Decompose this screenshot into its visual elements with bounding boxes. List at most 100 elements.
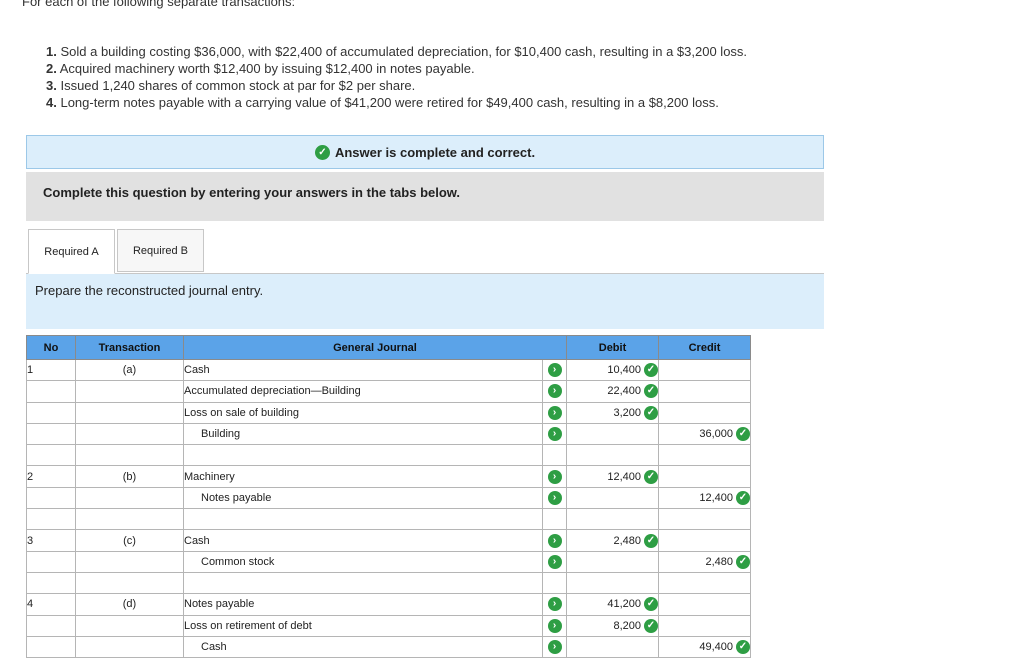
debit-cell[interactable] [566,635,659,659]
status-cell: › [542,486,567,510]
check-circle-icon: ✓ [644,405,658,420]
transaction-cell-text: (a) [122,364,137,377]
credit-cell[interactable]: 2,480 ✓ [658,550,751,573]
tab-required-b[interactable]: Required B [117,229,204,272]
check-circle-icon: ✓ [314,144,330,160]
debit-cell[interactable]: 41,200 ✓ [566,593,659,616]
account-cell[interactable] [183,508,543,531]
chevron-check-icon: › [547,469,562,484]
debit-cell[interactable] [566,508,659,531]
intro-line: For each of the following separate trans… [22,0,296,9]
table-row: Loss on retirement of debt › 8,200 ✓ [26,614,751,637]
transaction-cell-text: (b) [122,470,137,483]
row-number-cell [26,635,76,659]
status-cell [542,508,567,531]
table-row: Loss on sale of building › 3,200 ✓ [26,401,751,424]
row-number-cell [26,486,76,510]
account-cell-text: Cash [201,641,227,653]
transaction-cell: (a) [75,358,184,382]
credit-cell[interactable] [658,571,751,595]
credit-cell[interactable] [658,465,751,488]
transaction-cell [75,380,184,403]
account-cell[interactable]: Building [183,422,543,446]
debit-cell[interactable] [566,550,659,573]
table-row: Accumulated depreciation—Building › 22,400… [26,380,751,403]
account-cell[interactable]: Machinery [183,465,543,488]
row-number-cell [26,401,76,424]
header-transaction: Transaction [75,335,184,360]
tab-required-a[interactable]: Required A [28,229,115,274]
debit-cell[interactable]: 12,400 ✓ [566,465,659,488]
transaction-cell-text: (d) [122,598,137,611]
credit-cell[interactable] [658,401,751,424]
debit-cell[interactable] [566,444,659,467]
account-cell-text: Common stock [201,555,275,568]
account-cell[interactable] [183,571,543,595]
table-row: 2 (b) Machinery › 12,400 ✓ [26,465,751,488]
row-number-cell [26,380,76,403]
credit-cell[interactable]: 49,400 ✓ [658,635,751,659]
debit-cell-text: 22,400 [607,385,641,398]
account-cell-text: Accumulated depreciation—Building [184,385,361,398]
tab-instruction: Prepare the reconstructed journal entry. [26,274,824,329]
row-number-cell: 1 [26,358,76,382]
credit-cell[interactable] [658,444,751,467]
account-cell[interactable]: Accumulated depreciation—Building [183,380,543,403]
check-circle-icon: ✓ [736,490,750,505]
credit-cell-text: 36,000 [699,427,733,440]
answer-status-banner: ✓ Answer is complete and correct. [26,135,824,169]
debit-cell[interactable]: 10,400 ✓ [566,358,659,382]
credit-cell[interactable] [658,614,751,637]
tab-bar: Required A Required B [26,229,824,274]
debit-cell[interactable] [566,571,659,595]
row-number-cell [26,550,76,573]
table-row [26,444,751,467]
credit-cell[interactable] [658,593,751,616]
transaction-cell [75,550,184,573]
debit-cell[interactable] [566,422,659,446]
check-circle-icon: ✓ [644,597,658,612]
transaction-cell [75,571,184,595]
table-row: 4 (d) Notes payable › 41,200 ✓ [26,593,751,616]
chevron-check-icon: › [547,405,562,420]
debit-cell[interactable]: 22,400 ✓ [566,380,659,403]
account-cell[interactable]: Notes payable [183,486,543,510]
credit-cell[interactable] [658,358,751,382]
debit-cell[interactable] [566,486,659,510]
debit-cell[interactable]: 8,200 ✓ [566,614,659,637]
credit-cell[interactable] [658,529,751,552]
table-row: 3 (c) Cash › 2,480 ✓ [26,529,751,552]
row-number-cell-text: 4 [27,598,34,611]
check-circle-icon: ✓ [644,618,658,633]
account-cell[interactable]: Loss on retirement of debt [183,614,543,637]
transaction-item: 4. Long-term notes payable with a carryi… [46,95,719,110]
status-cell: › [542,380,567,403]
table-row: Notes payable › 12,400 ✓ [26,486,751,510]
answer-status-text: Answer is complete and correct. [334,144,536,160]
account-cell[interactable]: Common stock [183,550,543,573]
credit-cell[interactable]: 12,400 ✓ [658,486,751,510]
transaction-item: 3. Issued 1,240 shares of common stock a… [46,78,416,93]
status-cell: › [542,422,567,446]
row-number-cell: 4 [26,593,76,616]
header-debit: Debit [566,335,659,360]
table-row: Common stock › 2,480 ✓ [26,550,751,573]
transaction-cell [75,401,184,424]
account-cell[interactable] [183,444,543,467]
account-cell[interactable]: Notes payable [183,593,543,616]
status-cell: › [542,635,567,659]
debit-cell[interactable]: 2,480 ✓ [566,529,659,552]
account-cell[interactable]: Cash [183,635,543,659]
account-cell[interactable]: Cash [183,529,543,552]
credit-cell[interactable] [658,508,751,531]
credit-cell[interactable]: 36,000 ✓ [658,422,751,446]
account-cell-text: Building [201,428,241,441]
account-cell[interactable]: Cash [183,358,543,382]
debit-cell[interactable]: 3,200 ✓ [566,401,659,424]
account-cell-text: Machinery [184,470,235,483]
check-circle-icon: ✓ [644,363,658,378]
credit-cell[interactable] [658,380,751,403]
status-cell [542,444,567,467]
account-cell[interactable]: Loss on sale of building [183,401,543,424]
account-cell-text: Cash [184,534,210,547]
